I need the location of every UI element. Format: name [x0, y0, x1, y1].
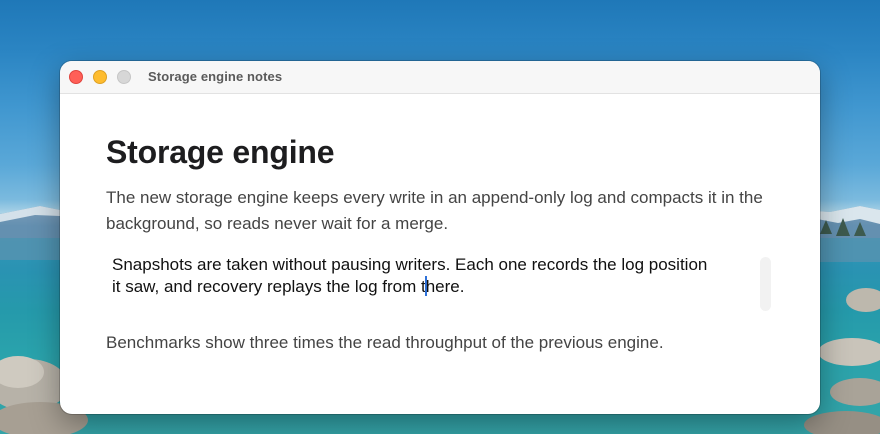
editor-line-1: Snapshots are taken without pausing writ… — [112, 255, 708, 274]
editor-scrollbar[interactable] — [760, 257, 771, 311]
editor-line-2-after-caret: here. — [425, 277, 465, 296]
text-editor-block[interactable]: Snapshots are taken without pausing writ… — [104, 252, 784, 308]
notes-window: Storage engine notes Storage engine The … — [60, 61, 820, 414]
window-titlebar[interactable]: Storage engine notes — [60, 61, 820, 94]
paragraph-benchmarks: Benchmarks show three times the read thr… — [106, 333, 664, 352]
window-title: Storage engine notes — [148, 69, 283, 84]
document-heading: Storage engine — [106, 134, 335, 170]
close-icon[interactable] — [69, 70, 83, 84]
editor-line-2-before-caret: it saw, and recovery replays the log fro… — [112, 277, 426, 296]
desktop-background: Storage engine notes Storage engine The … — [0, 0, 880, 434]
minimize-icon[interactable] — [93, 70, 107, 84]
document-body[interactable]: Storage engine The new storage engine ke… — [60, 94, 820, 414]
zoom-icon[interactable] — [117, 70, 131, 84]
paragraph-intro: The new storage engine keeps every write… — [106, 188, 763, 233]
